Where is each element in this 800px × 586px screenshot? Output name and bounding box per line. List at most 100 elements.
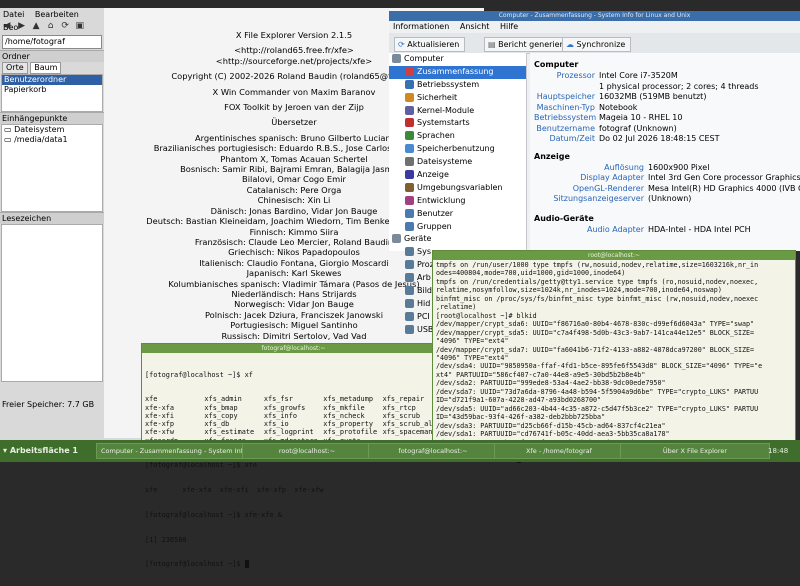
tab-orte[interactable]: Orte <box>2 62 28 74</box>
terminal-line-text: tmpfs on /run/credentials/getty@tty1.ser… <box>436 277 759 286</box>
terminal-output[interactable]: tmpfs on /run/user/1000 type tmpfs (rw,n… <box>433 260 795 465</box>
terminal-icon[interactable]: ▣ <box>75 21 85 31</box>
terminal-line: /dev/sda3: PARTUUID="d25cb66f-d15b-45cb-… <box>436 422 792 430</box>
sysinfo-details: Computer Prozessor Intel Core i7-3520M 1 p… <box>530 53 800 251</box>
taskbar: ▾ Arbeitsfläche 1 Computer - Zusammenfas… <box>0 440 800 462</box>
nav-item-dateisysteme[interactable]: Dateisysteme <box>389 156 526 169</box>
refresh-button[interactable]: ⟳ Aktualisieren <box>394 37 466 52</box>
nav-item-umgebungsvariablen[interactable]: Umgebungsvariablen <box>389 182 526 195</box>
forward-icon[interactable]: ▶ <box>17 21 27 31</box>
detail-label: Betriebssystem <box>534 113 597 122</box>
terminal-title[interactable]: root@localhost:~ <box>433 251 795 260</box>
nav-item-icon <box>405 92 414 102</box>
detail-row: Display Adapter Intel 3rd Gen Core proces… <box>534 173 800 184</box>
task-fotograf-terminal[interactable]: fotograf@localhost:~ <box>368 443 498 459</box>
nav-item-anzeige[interactable]: Anzeige <box>389 169 526 182</box>
back-icon[interactable]: ◀ <box>2 21 12 31</box>
nav-item-icon <box>405 131 414 141</box>
nav-item-label: Betriebssystem <box>417 79 480 89</box>
completion-item: xfs_io <box>263 420 289 428</box>
places-list: Benutzerordner Papierkorb <box>1 74 103 112</box>
task-sysinfo[interactable]: Computer - Zusammenfassung - System Info <box>96 443 246 459</box>
completion-row: xfe-xfi xfs_copy xfs_info xfs_ncheck xfs_scr… <box>145 412 442 420</box>
nav-item-benutzer[interactable]: Benutzer <box>389 208 526 221</box>
completion-item: xfs_mkfile <box>323 403 365 412</box>
detail-label: Prozessor <box>556 71 595 80</box>
terminal-title[interactable]: fotograf@localhost:~ <box>142 344 445 353</box>
xfe-tabs: Orte Baum <box>0 62 104 74</box>
detail-value: Do 02 Jul 2026 18:48:15 CEST <box>599 134 720 143</box>
mount-dateisystem[interactable]: ▭ Dateisystem <box>2 125 102 135</box>
nav-item-sprachen[interactable]: Sprachen <box>389 130 526 143</box>
mounts-title: Einhängepunkte <box>0 112 104 124</box>
workspace-switcher[interactable]: ▾ Arbeitsfläche 1 <box>3 444 78 458</box>
terminal-line-text: /dev/sda1: PARTUUID="cd76741f-b05c-40dd-… <box>436 430 670 439</box>
menu-datei[interactable]: Datei <box>3 10 24 19</box>
completion-item: xfs_property <box>323 420 374 428</box>
bookmarks-title: Lesezeichen <box>0 212 104 224</box>
nav-item-icon <box>405 195 414 205</box>
nav-item-entwicklung[interactable]: Entwicklung <box>389 195 526 208</box>
menu-informationen[interactable]: Informationen <box>393 22 449 31</box>
terminal-output[interactable]: [fotograf@localhost ~]$ xf xfe xfs_admin x… <box>142 353 445 586</box>
sysinfo-toolbar: ⟳ Aktualisieren ▤ Bericht generieren ☁ S… <box>389 33 800 54</box>
terminal-fotograf[interactable]: fotograf@localhost:~ [fotograf@localhost… <box>141 343 446 569</box>
xfe-menubar: Datei Bearbeiten Beo <box>0 8 104 32</box>
terminal-line-text: /dev/mapper/crypt_sda7: UUID="fa6041b6-7… <box>436 345 755 354</box>
prompt-text: [fotograf@localhost ~]$ <box>145 560 245 569</box>
task-xfe[interactable]: Xfe - /home/fotograf <box>494 443 624 459</box>
terminal-root[interactable]: root@localhost:~ tmpfs on /run/user/1000… <box>432 250 796 464</box>
nav-item-gruppen[interactable]: Gruppen <box>389 221 526 234</box>
nav-device-label: Hid <box>417 298 431 308</box>
menu-hilfe[interactable]: Hilfe <box>500 22 518 31</box>
place-papierkorb[interactable]: Papierkorb <box>2 85 102 95</box>
nav-item-sicherheit[interactable]: Sicherheit <box>389 92 526 105</box>
computer-icon <box>392 54 401 63</box>
nav-computer[interactable]: Computer <box>389 53 526 66</box>
nav-item-systemstarts[interactable]: Systemstarts <box>389 117 526 130</box>
detail-value: fotograf (Unknown) <box>599 123 677 133</box>
detail-row: Hauptspeicher 16032MB (519MB benutzt) <box>534 92 796 103</box>
detail-row: Audio Adapter HDA-Intel - HDA Intel PCH <box>534 225 796 236</box>
task-about-xfe[interactable]: Über X File Explorer <box>620 443 770 459</box>
menu-bearbeiten[interactable]: Bearbeiten <box>35 10 79 19</box>
drive-icon: ▭ <box>4 125 15 134</box>
tab-baum[interactable]: Baum <box>30 62 62 74</box>
detail-label: Maschinen-Typ <box>536 102 595 112</box>
detail-label: OpenGL-Renderer <box>572 183 644 193</box>
mount-label: Dateisystem <box>14 125 65 134</box>
devices-icon <box>392 234 401 244</box>
terminal-line-text: /dev/mapper/crypt_sda6: UUID="f86716a0-8… <box>436 320 755 329</box>
drive-icon: ▭ <box>4 135 15 144</box>
detail-value: Intel 3rd Gen Core processor Graphics <box>648 173 800 182</box>
sync-button[interactable]: ☁ Synchronize <box>562 37 632 52</box>
sysinfo-titlebar[interactable]: Computer - Zusammenfassung - System Info… <box>389 11 800 21</box>
free-space-label: Freier Speicher: 7.7 GB <box>2 400 95 409</box>
up-icon[interactable]: ▲ <box>31 21 41 31</box>
task-root-terminal[interactable]: root@localhost:~ <box>242 443 372 459</box>
completion-item: xfs_logprint <box>263 428 314 437</box>
refresh-icon[interactable]: ⟳ <box>60 21 70 31</box>
xfe-sidebar: Datei Bearbeiten Beo ◀ ▶ ▲ ⌂ ⟳ ▣ /home/f… <box>0 8 105 418</box>
menu-ansicht[interactable]: Ansicht <box>460 22 490 31</box>
mount-label: /media/data1 <box>14 135 68 144</box>
path-input[interactable]: /home/fotograf <box>2 35 102 49</box>
nav-item-kernel-module[interactable]: Kernel-Module <box>389 105 526 118</box>
terminal-line: ,relatime) <box>436 303 792 311</box>
terminal-line: ID="d721f9a1-607a-4228-ad47-a93bd0268700… <box>436 396 792 404</box>
detail-row: Prozessor Intel Core i7-3520M <box>534 71 796 82</box>
nav-item-speicherbenutzung[interactable]: Speicherbenutzung <box>389 143 526 156</box>
place-benutzerordner[interactable]: Benutzerordner <box>2 75 102 85</box>
nav-item-zusammenfassung[interactable]: Zusammenfassung <box>389 65 526 79</box>
completion-item: xfs_fsr <box>263 395 293 404</box>
nav-item-icon <box>405 208 414 218</box>
nav-geraete[interactable]: Geräte <box>389 233 526 246</box>
completion-item: xfe-xfa <box>145 403 175 412</box>
home-icon[interactable]: ⌂ <box>46 21 56 31</box>
completion-list: xfe xfs_admin xfs_fsr xfs_metadump xfs_repai… <box>145 395 442 445</box>
mount-media-data1[interactable]: ▭ /media/data1 <box>2 135 102 145</box>
nav-item-label: Zusammenfassung <box>417 66 494 76</box>
detail-label: Hauptspeicher <box>536 92 595 101</box>
nav-item-betriebssystem[interactable]: Betriebssystem <box>389 79 526 92</box>
nav-item-label: Umgebungsvariablen <box>417 182 503 192</box>
